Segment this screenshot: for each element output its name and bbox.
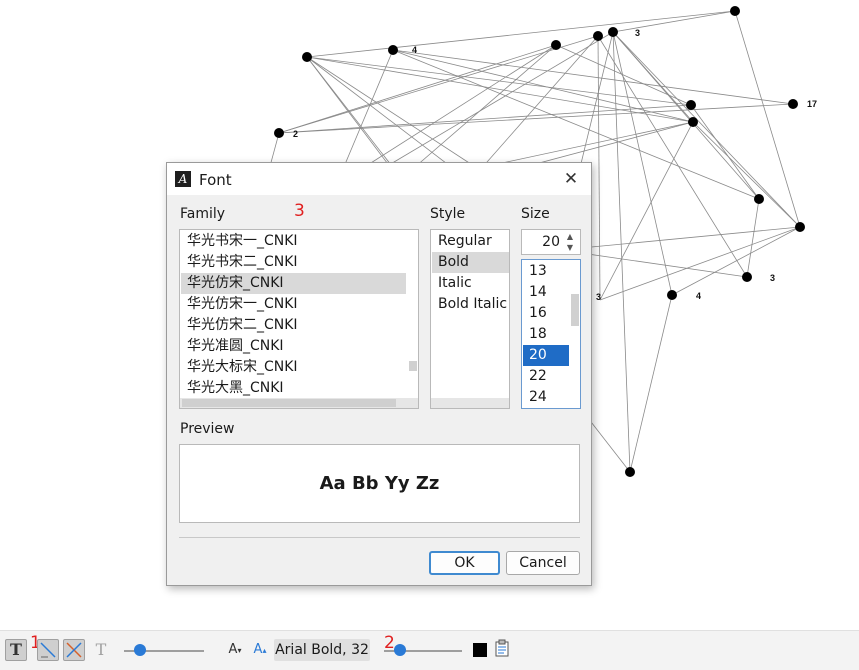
- size-list-item[interactable]: 20: [523, 345, 569, 366]
- style-list-item[interactable]: Italic: [432, 273, 509, 294]
- graph-edge: [597, 35, 601, 301]
- graph-edge: [612, 10, 736, 33]
- graph-edge: [278, 104, 692, 134]
- graph-node[interactable]: [730, 6, 740, 16]
- shrink-font-icon[interactable]: A▾: [224, 639, 246, 661]
- family-list-hscroll-thumb[interactable]: [182, 399, 396, 407]
- style-list-hscrollbar[interactable]: [431, 398, 509, 408]
- graph-node[interactable]: [388, 45, 398, 55]
- annotation-3: 3: [294, 201, 305, 221]
- size-spinner-value[interactable]: 20: [522, 230, 560, 254]
- family-list-item[interactable]: 华光书宋二_CNKI: [181, 252, 406, 273]
- ok-button[interactable]: OK: [429, 551, 500, 575]
- size-label: Size: [521, 206, 550, 222]
- close-button[interactable]: ✕: [557, 166, 585, 192]
- bottom-toolbar: T 1 T A▾ A▴ Arial Bold, 32 2: [0, 630, 859, 670]
- graph-node[interactable]: [688, 117, 698, 127]
- graph-edge: [306, 56, 694, 123]
- graph-node-label: 3: [770, 273, 775, 283]
- graph-node[interactable]: [274, 128, 284, 138]
- edge-color-icon[interactable]: [63, 639, 85, 661]
- graph-node[interactable]: [667, 290, 677, 300]
- graph-edge: [746, 198, 760, 278]
- family-list-item[interactable]: 华光仿宋一_CNKI: [181, 294, 406, 315]
- graph-node-label: 3: [596, 292, 601, 302]
- family-list-item[interactable]: 华光书宋一_CNKI: [181, 231, 406, 252]
- family-list[interactable]: 华光大黑_CNKI 华光大标宋_CNKI 华光准圆_CNKI 华光仿宋二_CNKI 华光…: [179, 229, 419, 409]
- size-list-item[interactable]: 24: [523, 387, 569, 408]
- font-icon: A: [175, 171, 191, 187]
- preview-label: Preview: [180, 421, 235, 437]
- size-list-item[interactable]: 22: [523, 366, 569, 387]
- dialog-separator: [179, 537, 580, 538]
- style-list[interactable]: Bold Italic Italic Bold Regular: [430, 229, 510, 409]
- graph-node-label: 4: [412, 45, 417, 55]
- graph-node-label: 4: [696, 291, 701, 301]
- size-list[interactable]: 24 22 20 18 16 14 13: [521, 259, 581, 409]
- graph-edge: [597, 35, 748, 278]
- size-spinner[interactable]: 20 ▲ ▼: [521, 229, 581, 255]
- text-disabled-icon[interactable]: T: [90, 639, 112, 661]
- family-list-scrollbar-thumb[interactable]: [409, 361, 417, 371]
- family-list-item[interactable]: 华光仿宋_CNKI: [181, 273, 406, 294]
- spin-up-icon[interactable]: ▲: [562, 231, 578, 242]
- graph-edge: [306, 56, 481, 171]
- size-list-scrollbar-thumb[interactable]: [571, 294, 579, 326]
- style-list-item[interactable]: Bold Italic: [432, 294, 509, 315]
- graph-node-label: 3: [635, 28, 640, 38]
- grow-font-icon[interactable]: A▴: [249, 639, 271, 661]
- graph-node[interactable]: [593, 31, 603, 41]
- text-tool-icon[interactable]: T: [5, 639, 27, 661]
- text-color-swatch[interactable]: [473, 643, 487, 657]
- family-label: Family: [180, 206, 226, 222]
- graph-edge: [612, 31, 760, 200]
- size-slider-knob[interactable]: [134, 644, 146, 656]
- size-list-item[interactable]: 16: [523, 303, 569, 324]
- graph-node[interactable]: [742, 272, 752, 282]
- graph-node-label: 17: [807, 99, 817, 109]
- graph-node[interactable]: [302, 52, 312, 62]
- graph-node[interactable]: [788, 99, 798, 109]
- graph-edge: [306, 10, 736, 58]
- cancel-button[interactable]: Cancel: [506, 551, 580, 575]
- graph-node[interactable]: [608, 27, 618, 37]
- graph-node-label: 2: [293, 129, 298, 139]
- size-list-item[interactable]: 14: [523, 282, 569, 303]
- spin-down-icon[interactable]: ▼: [562, 242, 578, 253]
- family-list-item[interactable]: 华光大标宋_CNKI: [181, 357, 406, 378]
- graph-edge: [629, 294, 673, 473]
- family-list-item[interactable]: 华光仿宋二_CNKI: [181, 315, 406, 336]
- clipboard-icon[interactable]: [491, 639, 513, 661]
- size-list-item[interactable]: 18: [523, 324, 569, 345]
- family-list-item[interactable]: 华光大黑_CNKI: [181, 378, 406, 399]
- preview-box: Aa Bb Yy Zz: [179, 444, 580, 523]
- style-label: Style: [430, 206, 466, 222]
- style-list-item[interactable]: Regular: [432, 231, 509, 252]
- graph-edge: [599, 226, 801, 301]
- graph-edge: [612, 31, 801, 228]
- graph-node[interactable]: [625, 467, 635, 477]
- style-list-item[interactable]: Bold: [432, 252, 509, 273]
- family-list-hscrollbar[interactable]: [180, 398, 418, 408]
- font-display-button[interactable]: Arial Bold, 32: [274, 639, 370, 661]
- graph-node[interactable]: [795, 222, 805, 232]
- graph-node[interactable]: [754, 194, 764, 204]
- graph-node[interactable]: [686, 100, 696, 110]
- graph-edge: [599, 121, 694, 301]
- size-list-item[interactable]: 13: [523, 261, 569, 282]
- graph-edge: [392, 49, 794, 105]
- edge-label-icon[interactable]: [37, 639, 59, 661]
- family-list-item[interactable]: 华光准圆_CNKI: [181, 336, 406, 357]
- dialog-title: Font: [199, 171, 232, 189]
- graph-node[interactable]: [551, 40, 561, 50]
- dialog-titlebar[interactable]: A Font ✕: [167, 163, 591, 195]
- preview-text: Aa Bb Yy Zz: [319, 473, 440, 494]
- label-size-slider-knob[interactable]: [393, 644, 406, 656]
